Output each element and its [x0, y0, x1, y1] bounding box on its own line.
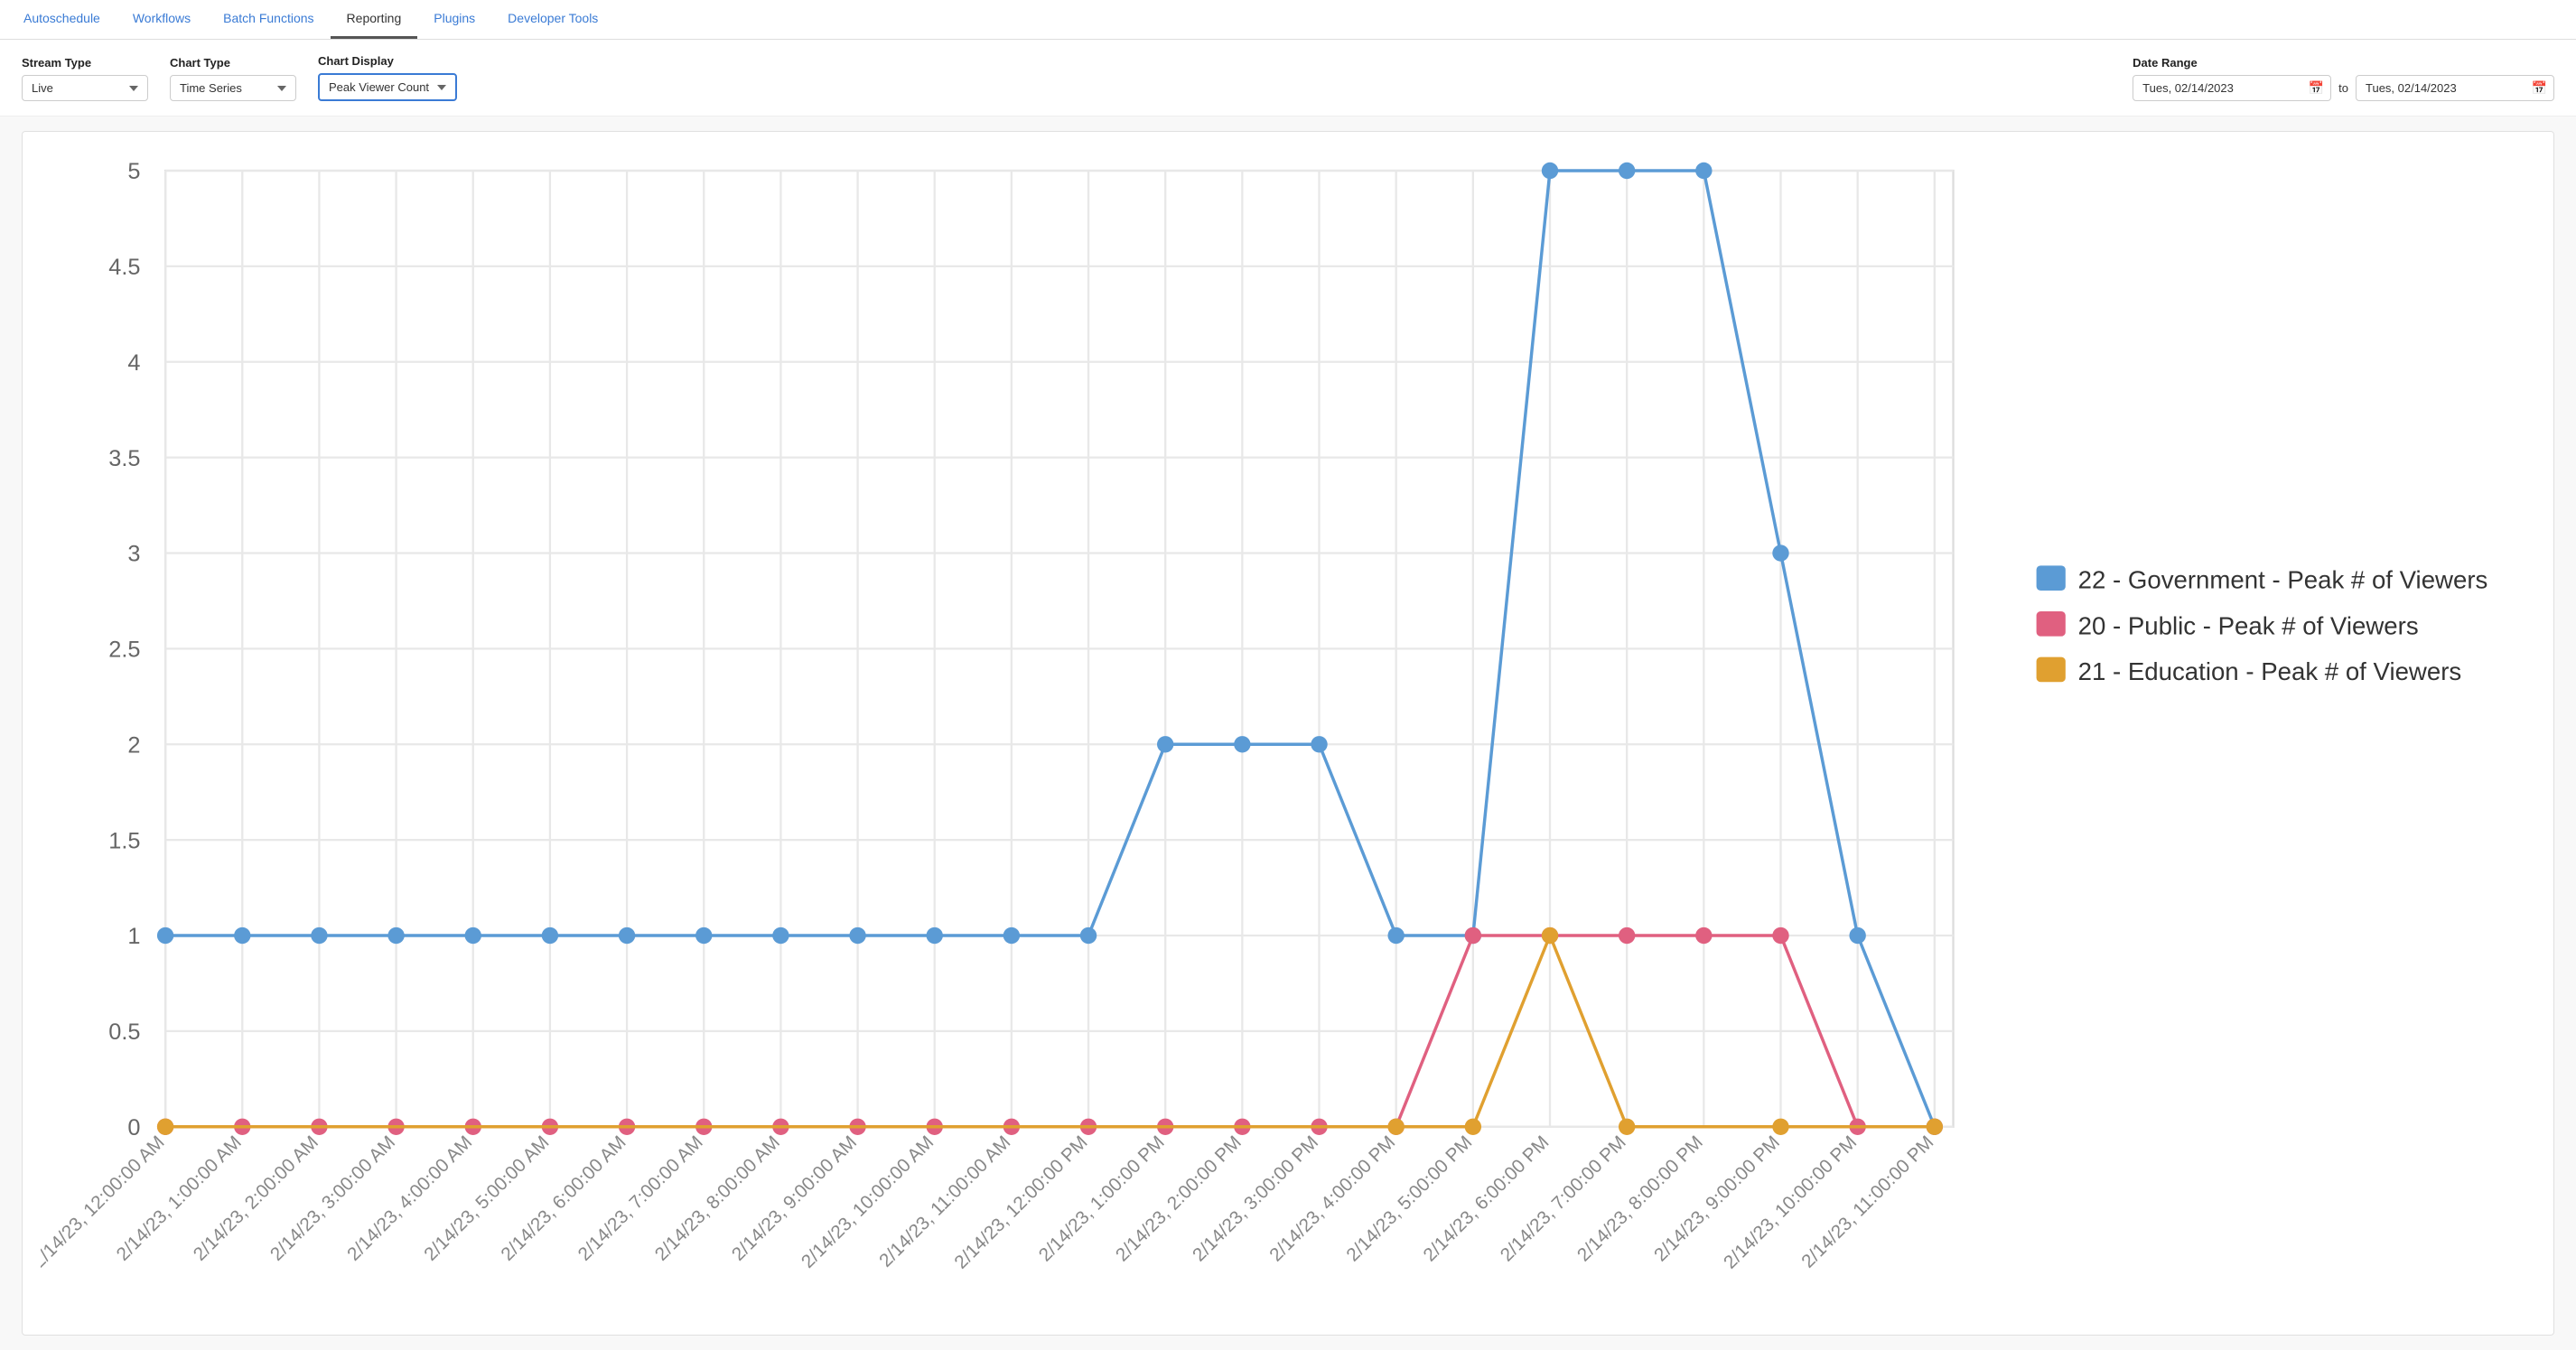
date-from-wrapper: 📅 — [2133, 75, 2331, 101]
svg-text:5: 5 — [127, 159, 140, 184]
svg-text:20 - Public - Peak # of Viewer: 20 - Public - Peak # of Viewers — [2078, 611, 2419, 639]
svg-text:3: 3 — [127, 542, 140, 567]
svg-text:21 - Education - Peak # of Vie: 21 - Education - Peak # of Viewers — [2078, 657, 2462, 685]
chart-type-select[interactable]: Time Series Bar Pie — [170, 75, 296, 101]
nav-autoschedule[interactable]: Autoschedule — [7, 0, 117, 39]
svg-text:2/14/23, 10:00:00 AM: 2/14/23, 10:00:00 AM — [798, 1131, 938, 1271]
stream-type-select[interactable]: Live VOD All — [22, 75, 148, 101]
svg-text:4: 4 — [127, 350, 140, 376]
svg-text:2/14/23, 11:00:00 AM: 2/14/23, 11:00:00 AM — [875, 1131, 1014, 1271]
svg-text:2.5: 2.5 — [108, 638, 140, 663]
date-range-inputs: 📅 to 📅 — [2133, 75, 2554, 101]
svg-text:0.5: 0.5 — [108, 1019, 140, 1045]
chart-type-label: Chart Type — [170, 56, 296, 70]
svg-text:1: 1 — [127, 924, 140, 949]
svg-text:3.5: 3.5 — [108, 446, 140, 471]
date-range-label: Date Range — [2133, 56, 2554, 70]
svg-text:0: 0 — [127, 1115, 140, 1141]
chart-display-group: Chart Display Peak Viewer Count Total Vi… — [318, 54, 457, 101]
nav-batch-functions[interactable]: Batch Functions — [207, 0, 330, 39]
chart-container: .axis-label { font-size: 11px; fill: #66… — [22, 131, 2554, 1336]
chart-display-label: Chart Display — [318, 54, 457, 68]
time-series-chart: .axis-label { font-size: 11px; fill: #66… — [41, 150, 2535, 1314]
stream-type-group: Stream Type Live VOD All — [22, 56, 148, 101]
nav-workflows[interactable]: Workflows — [117, 0, 207, 39]
svg-text:2/14/23, 12:00:00 PM: 2/14/23, 12:00:00 PM — [950, 1131, 1091, 1272]
date-from-input[interactable] — [2133, 75, 2331, 101]
svg-text:22 - Government - Peak # of Vi: 22 - Government - Peak # of Viewers — [2078, 566, 2488, 594]
nav-developer-tools[interactable]: Developer Tools — [491, 0, 614, 39]
date-to-input[interactable] — [2356, 75, 2554, 101]
stream-type-label: Stream Type — [22, 56, 148, 70]
svg-text:4.5: 4.5 — [108, 255, 140, 280]
date-range-group: Date Range 📅 to 📅 — [2133, 56, 2554, 101]
nav-reporting[interactable]: Reporting — [331, 0, 418, 39]
controls-bar: Stream Type Live VOD All Chart Type Time… — [0, 40, 2576, 116]
to-separator: to — [2338, 81, 2348, 95]
svg-text:2/14/23, 12:00:00 AM: 2/14/23, 12:00:00 AM — [41, 1131, 169, 1271]
svg-text:1.5: 1.5 — [108, 828, 140, 853]
nav-plugins[interactable]: Plugins — [417, 0, 491, 39]
top-navigation: Autoschedule Workflows Batch Functions R… — [0, 0, 2576, 40]
date-to-wrapper: 📅 — [2356, 75, 2554, 101]
svg-text:2/14/23, 11:00:00 PM: 2/14/23, 11:00:00 PM — [1797, 1131, 1937, 1271]
svg-text:2/14/23, 10:00:00 PM: 2/14/23, 10:00:00 PM — [1720, 1131, 1861, 1272]
svg-text:2: 2 — [127, 732, 140, 758]
chart-display-select[interactable]: Peak Viewer Count Total Views Avg Durati… — [318, 73, 457, 101]
chart-type-group: Chart Type Time Series Bar Pie — [170, 56, 296, 101]
